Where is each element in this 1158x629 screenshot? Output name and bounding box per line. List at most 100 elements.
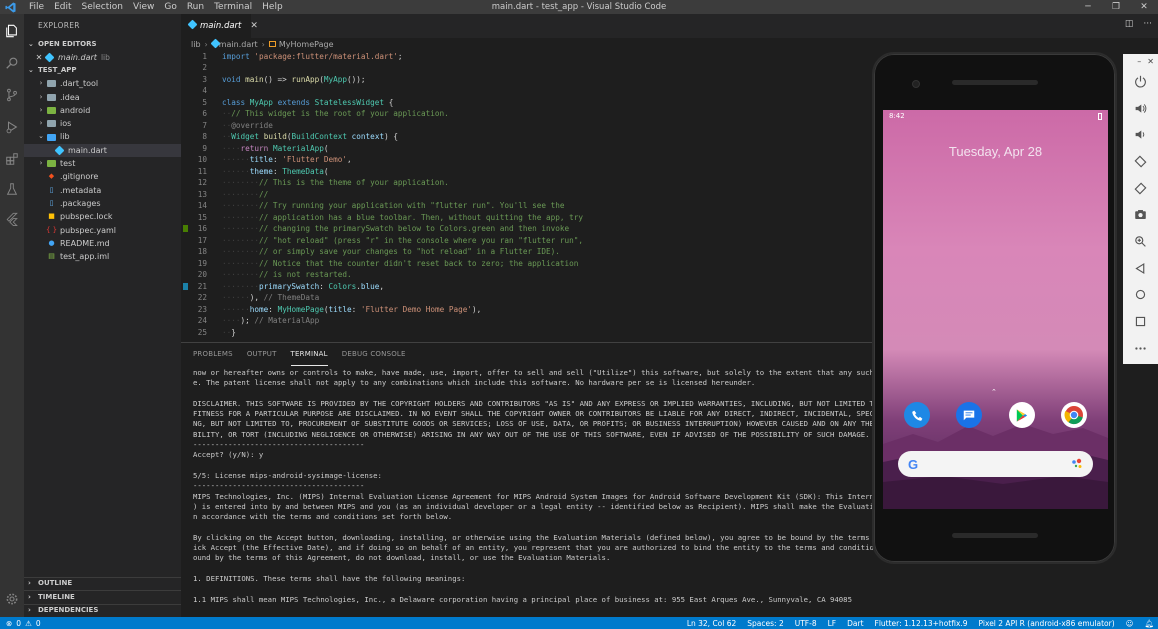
tree-item[interactable]: ● README.md [24,237,181,250]
more-options-button[interactable] [1123,335,1158,362]
tab-output[interactable]: OUTPUT [247,343,277,366]
project-section[interactable]: ⌄ TEST_APP [24,64,181,77]
code-line[interactable]: 8 ··Widget build(BuildContext context) { [181,131,873,143]
extensions-icon[interactable] [3,150,21,168]
rotate-left-button[interactable] [1123,148,1158,175]
emulator-close-icon[interactable]: ✕ [1147,57,1154,66]
close-tab-icon[interactable]: ✕ [250,21,258,31]
messages-app-icon[interactable] [956,402,983,428]
code-line[interactable]: 5 class MyApp extends StatelessWidget { [181,97,873,109]
phone-app-icon[interactable] [904,402,931,428]
problems-indicator[interactable]: ⊗ 0 ⚠ 0 [0,619,41,628]
volume-down-button[interactable] [1123,121,1158,148]
zoom-button[interactable] [1123,228,1158,255]
tree-item[interactable]: ▯ .metadata [24,184,181,197]
tree-item[interactable]: ■ pubspec.lock [24,210,181,223]
minimize-icon[interactable]: ─ [1074,0,1102,14]
code-line[interactable]: 17 ········// "hot reload" (press "r" in … [181,235,873,247]
restore-icon[interactable]: ❐ [1102,0,1130,14]
tree-item[interactable]: { } pubspec.yaml [24,224,181,237]
code-line[interactable]: 3 void main() => runApp(MyApp()); [181,74,873,86]
menu-help[interactable]: Help [257,0,288,14]
source-control-icon[interactable] [3,86,21,104]
tree-item[interactable]: › .dart_tool [24,77,181,90]
encoding[interactable]: UTF-8 [795,619,817,628]
code-line[interactable]: 11 ······theme: ThemeData( [181,166,873,178]
code-line[interactable]: 2 [181,62,873,74]
open-editors-section[interactable]: ⌄ OPEN EDITORS [24,38,181,51]
terminal-output[interactable]: now or hereafter owns or controls to mak… [193,368,873,605]
tree-item[interactable]: main.dart [24,143,181,158]
play-store-app-icon[interactable] [1008,402,1035,428]
testing-flask-icon[interactable] [3,180,21,198]
code-line[interactable]: 19 ········// Notice that the counter did… [181,258,873,270]
chrome-app-icon[interactable] [1060,402,1087,428]
code-editor[interactable]: 1 import 'package:flutter/material.dart';… [181,50,873,342]
run-debug-icon[interactable] [3,118,21,136]
flutter-icon[interactable] [3,210,21,228]
code-line[interactable]: 22 ······), // ThemeData [181,292,873,304]
tree-item[interactable]: ▤ test_app.iml [24,250,181,263]
flutter-version[interactable]: Flutter: 1.12.13+hotfix.9 [875,619,968,628]
tree-item[interactable]: › .idea [24,91,181,104]
tree-item[interactable]: › android [24,104,181,117]
tab-terminal[interactable]: TERMINAL [290,343,328,366]
outline-section[interactable]: › OUTLINE [24,576,181,591]
timeline-section[interactable]: › TIMELINE [24,590,181,604]
code-line[interactable]: 20 ········// is not restarted. [181,269,873,281]
more-actions-icon[interactable]: ··· [1143,19,1152,29]
code-line[interactable]: 1 import 'package:flutter/material.dart'; [181,51,873,63]
breadcrumb-file[interactable]: main.dart [210,38,258,49]
breadcrumb-lib[interactable]: lib [191,40,201,49]
code-line[interactable]: 12 ········// This is the theme of your a… [181,177,873,189]
code-line[interactable]: 16 ········// changing the primarySwatch … [181,223,873,235]
menu-edit[interactable]: Edit [49,0,76,14]
search-icon[interactable] [3,54,21,72]
menu-run[interactable]: Run [182,0,209,14]
emulator-screen[interactable]: 8:42 Tuesday, Apr 28 ⌃ G [883,110,1108,509]
code-line[interactable]: 21 ········primarySwatch: Colors.blue, [181,281,873,293]
tree-item[interactable]: ◆ .gitignore [24,170,181,183]
rotate-right-button[interactable] [1123,175,1158,202]
end-of-line[interactable]: LF [828,619,837,628]
close-editor-icon[interactable]: ✕ [34,51,44,64]
tree-item[interactable]: ⌄ lib [24,130,181,143]
dependencies-section[interactable]: › DEPENDENCIES [24,603,181,618]
back-button[interactable] [1123,255,1158,282]
tab-main-dart[interactable]: main.dart ✕ [181,14,258,38]
code-line[interactable]: 18 ········// or simply save your changes… [181,246,873,258]
menu-terminal[interactable]: Terminal [209,0,257,14]
power-button[interactable] [1123,68,1158,95]
menu-file[interactable]: File [24,0,49,14]
code-line[interactable]: 25 ··} [181,327,873,339]
code-line[interactable]: 7 ··@override [181,120,873,132]
overview-button[interactable] [1123,308,1158,335]
notifications-bell-icon[interactable]: 🔔︎ [1144,619,1154,628]
settings-gear-icon[interactable] [3,590,21,608]
menu-selection[interactable]: Selection [77,0,128,14]
swipe-up-chevron-icon[interactable]: ⌃ [991,388,997,396]
feedback-icon[interactable]: ☺ [1126,619,1134,628]
tree-item[interactable]: ▯ .packages [24,197,181,210]
tab-debug-console[interactable]: DEBUG CONSOLE [342,343,406,366]
code-line[interactable]: 15 ········// application has a blue tool… [181,212,873,224]
indentation[interactable]: Spaces: 2 [747,619,783,628]
language-mode[interactable]: Dart [847,619,863,628]
code-line[interactable]: 4 [181,85,873,97]
tab-problems[interactable]: PROBLEMS [193,343,233,366]
code-line[interactable]: 24 ····); // MaterialApp [181,315,873,327]
code-line[interactable]: 10 ······title: 'Flutter Demo', [181,154,873,166]
tree-item[interactable]: › ios [24,117,181,130]
code-line[interactable]: 13 ········// [181,189,873,201]
screenshot-button[interactable] [1123,201,1158,228]
menu-view[interactable]: View [128,0,159,14]
menu-go[interactable]: Go [159,0,181,14]
split-editor-icon[interactable]: ◫ [1125,19,1134,29]
google-search-bar[interactable]: G [898,451,1093,477]
code-line[interactable]: 23 ······home: MyHomePage(title: 'Flutter… [181,304,873,316]
cursor-position[interactable]: Ln 32, Col 62 [687,619,736,628]
close-window-icon[interactable]: ✕ [1130,0,1158,14]
code-line[interactable]: 9 ····return MaterialApp( [181,143,873,155]
assistant-icon[interactable] [1071,458,1083,470]
home-button[interactable] [1123,282,1158,309]
